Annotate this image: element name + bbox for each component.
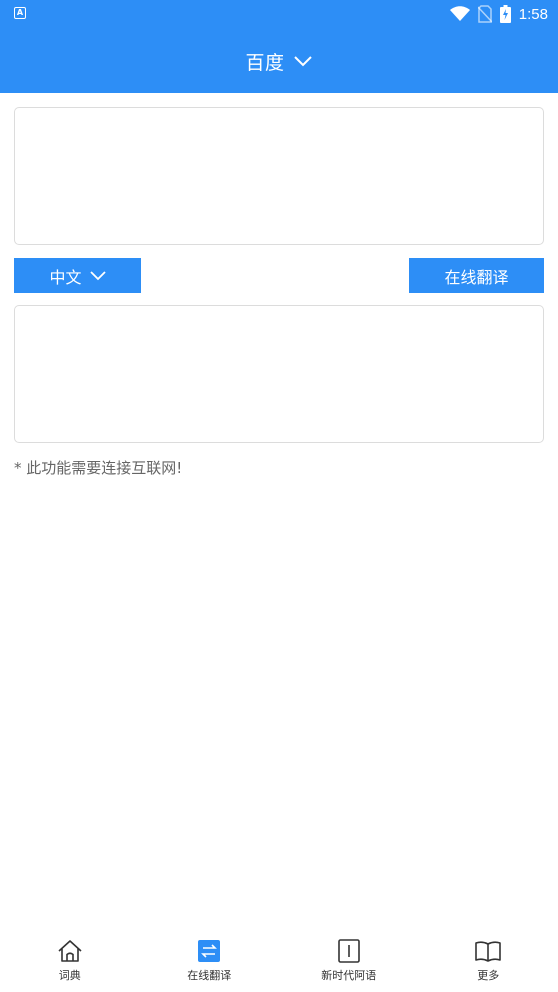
online-translate-button[interactable]: 在线翻译 (409, 258, 544, 293)
nav-label-translate: 在线翻译 (187, 969, 232, 982)
translation-output[interactable] (14, 305, 544, 443)
app-header: A 1:58 百度 (0, 0, 558, 93)
source-text-input[interactable] (14, 107, 544, 245)
chevron-down-icon (89, 270, 106, 280)
engine-selector[interactable]: 百度 (0, 44, 558, 78)
info-icon (337, 939, 360, 963)
status-time: 1:58 (518, 5, 548, 23)
home-icon (58, 940, 82, 962)
wifi-icon (449, 6, 470, 21)
nav-label-more: 更多 (477, 969, 500, 982)
notification-icon: A (14, 7, 26, 19)
nav-item-translate[interactable]: 在线翻译 (140, 930, 280, 992)
no-sim-icon (477, 5, 492, 23)
battery-charging-icon (499, 5, 511, 23)
nav-item-dictionary[interactable]: 词典 (0, 930, 140, 992)
book-icon (475, 941, 502, 962)
nav-label-dictionary: 词典 (58, 969, 81, 982)
status-icons: 1:58 (449, 4, 548, 24)
source-language-label: 中文 (49, 267, 82, 287)
source-language-button[interactable]: 中文 (14, 258, 141, 293)
translate-icon (198, 940, 221, 962)
translate-button-label: 在线翻译 (444, 267, 509, 287)
chevron-down-icon (293, 56, 312, 67)
internet-required-note: * 此功能需要连接互联网! (14, 459, 183, 477)
nav-item-more[interactable]: 更多 (419, 930, 558, 992)
bottom-nav: 词典 在线翻译 新时代阿语 更多 (0, 930, 558, 992)
page-title: 百度 (245, 51, 285, 74)
status-bar: A 1:58 (0, 0, 558, 28)
nav-item-new-era-arabic[interactable]: 新时代阿语 (279, 930, 419, 992)
nav-label-new-era-arabic: 新时代阿语 (321, 969, 377, 982)
